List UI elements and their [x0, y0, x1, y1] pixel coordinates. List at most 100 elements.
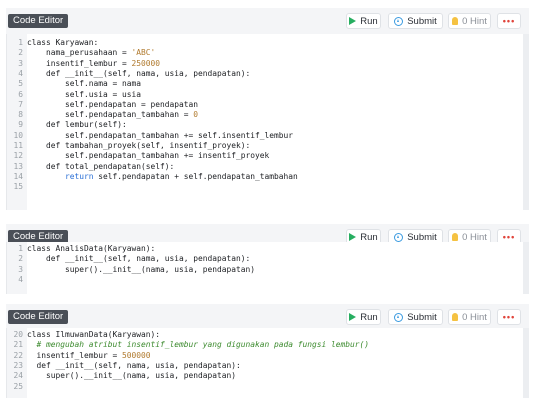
line-number: 24 [13, 371, 23, 381]
code-line[interactable]: 22 insentif_lembur = 500000 [7, 350, 151, 361]
code-token: insentif_lembur = [27, 58, 132, 68]
code-area[interactable]: 1 class Karyawan: 2 nama_perusahaan = 'ABC… [6, 34, 529, 210]
line-number: 21 [13, 340, 23, 350]
code-line[interactable]: 9 def lembur(self): [7, 120, 127, 130]
code-token: insentif_lembur = [27, 350, 123, 360]
code-line[interactable]: 6 self.usia = usia [7, 90, 141, 100]
code-token: # mengubah atribut insentif_lembur yang … [36, 340, 370, 350]
line-number: 25 [13, 381, 23, 391]
code-editor-panel-2: Code Editor Run Submit 0 Hint ••• 1 class… [6, 224, 529, 294]
code-line[interactable]: 3 super().__init__(nama, usia, pendapata… [7, 265, 255, 275]
code-token: self.pendapatan + self.pendapatan_tambah… [93, 171, 298, 181]
line-number: 2 [18, 254, 23, 264]
scrollbar[interactable] [523, 242, 529, 294]
run-button[interactable]: Run [346, 309, 381, 325]
play-icon [349, 313, 357, 321]
code-token: class IlmuwanData(Karyawan): [27, 330, 161, 339]
run-label: Run [360, 15, 378, 27]
code-editor-label: Code Editor [8, 14, 69, 28]
line-number: 22 [13, 350, 23, 360]
code-token: def __init__(self, nama, usia, pendapata… [27, 254, 251, 264]
code-token: class AnalisData(Karyawan): [27, 244, 156, 253]
code-token: def lembur(self): [27, 120, 127, 130]
submit-label: Submit [407, 311, 437, 323]
code-token: class Karyawan: [27, 38, 99, 47]
line-number: 1 [18, 244, 23, 253]
more-dots-icon: ••• [502, 15, 516, 26]
code-token: def total_pendapatan(self): [27, 161, 175, 171]
code-area[interactable]: 20 class IlmuwanData(Karyawan): 21 # mengu… [6, 328, 529, 398]
more-dots-icon: ••• [502, 231, 516, 242]
code-line[interactable]: 8 self.pendapatan_tambahan = 0 [7, 110, 198, 120]
code-line[interactable]: 3 insentif_lembur = 250000 [7, 59, 160, 69]
code-token: super().__init__(nama, usia, pendapatan) [27, 371, 237, 381]
play-icon [349, 17, 357, 25]
run-label: Run [360, 231, 378, 243]
code-token: self.nama = nama [27, 79, 142, 89]
code-line[interactable]: 25 [7, 382, 27, 392]
scrollbar[interactable] [523, 34, 529, 210]
hint-label: 0 Hint [462, 311, 487, 323]
code-token: 'ABC' [131, 48, 156, 58]
code-line[interactable]: 20 class IlmuwanData(Karyawan): [7, 330, 160, 340]
more-dots-icon: ••• [502, 311, 516, 322]
code-line[interactable]: 4 def __init__(self, nama, usia, pendapa… [7, 69, 250, 79]
upload-icon [394, 312, 404, 322]
lightbulb-icon [452, 17, 459, 25]
code-line[interactable]: 10 self.pendapatan_tambahan += self.inse… [7, 131, 293, 141]
code-line[interactable]: 2 nama_perusahaan = 'ABC' [7, 48, 155, 58]
run-button[interactable]: Run [346, 13, 381, 29]
code-line[interactable]: 14 return self.pendapatan + self.pendapa… [7, 171, 298, 182]
submit-label: Submit [407, 15, 437, 27]
code-editor-panel-3: Code Editor Run Submit 0 Hint ••• 20 clas… [6, 304, 529, 398]
code-token: def __init__(self, nama, usia, pendapata… [27, 68, 251, 78]
code-line[interactable]: 7 self.pendapatan = pendapatan [7, 100, 198, 110]
code-line[interactable]: 2 def __init__(self, nama, usia, pendapa… [7, 254, 250, 264]
code-area[interactable]: 1 class AnalisData(Karyawan): 2 def __init… [6, 242, 529, 294]
line-number: 10 [13, 130, 23, 140]
code-line[interactable]: 23 def __init__(self, nama, usia, pendap… [7, 360, 240, 371]
submit-label: Submit [407, 231, 437, 243]
hint-button[interactable]: 0 Hint [448, 309, 491, 325]
code-token: self.pendapatan_tambahan += insentif_pro… [27, 151, 270, 161]
line-number: 8 [18, 110, 23, 120]
code-line[interactable]: 11 def tambahan_proyek(self, insentif_pr… [7, 141, 250, 151]
upload-icon [394, 232, 404, 242]
code-line[interactable]: 1 class AnalisData(Karyawan): [7, 244, 155, 254]
line-number: 14 [13, 171, 23, 181]
hint-label: 0 Hint [462, 231, 487, 243]
code-token: nama_perusahaan = [27, 48, 132, 58]
code-line[interactable]: 21 # mengubah atribut insentif_lembur ya… [7, 340, 369, 350]
code-token: self.pendapatan_tambahan = [27, 110, 194, 120]
scrollbar[interactable] [523, 328, 529, 398]
code-line[interactable]: 24 super().__init__(nama, usia, pendapat… [7, 371, 236, 381]
code-token: return [65, 171, 94, 181]
line-number: 5 [18, 79, 23, 89]
code-token: self.pendapatan_tambahan += self.insenti… [27, 130, 294, 140]
line-number: 2 [18, 48, 23, 58]
code-line[interactable]: 15 [7, 182, 27, 192]
code-token: 500000 [122, 350, 151, 360]
line-number: 4 [18, 274, 23, 284]
hint-button[interactable]: 0 Hint [448, 13, 491, 29]
more-button[interactable]: ••• [497, 309, 521, 325]
editor-toolbar: Code Editor Run Submit 0 Hint ••• [6, 304, 529, 330]
line-number: 4 [18, 68, 23, 78]
code-token: self.usia = usia [27, 89, 142, 99]
code-line[interactable]: 1 class Karyawan: [7, 38, 98, 48]
hint-label: 0 Hint [462, 15, 487, 27]
line-number: 7 [18, 99, 23, 109]
line-number: 23 [13, 360, 23, 370]
code-line[interactable]: 4 [7, 275, 27, 285]
code-line[interactable]: 5 self.nama = nama [7, 79, 141, 89]
editor-toolbar: Code Editor Run Submit 0 Hint ••• [6, 8, 529, 34]
code-line[interactable]: 12 self.pendapatan_tambahan += insentif_… [7, 151, 269, 161]
code-line[interactable]: 13 def total_pendapatan(self): [7, 162, 174, 172]
more-button[interactable]: ••• [497, 13, 521, 29]
line-number: 1 [18, 38, 23, 47]
submit-button[interactable]: Submit [388, 13, 443, 29]
line-number: 3 [18, 58, 23, 68]
code-token: super().__init__(nama, usia, pendapatan) [27, 264, 256, 274]
submit-button[interactable]: Submit [388, 309, 443, 325]
